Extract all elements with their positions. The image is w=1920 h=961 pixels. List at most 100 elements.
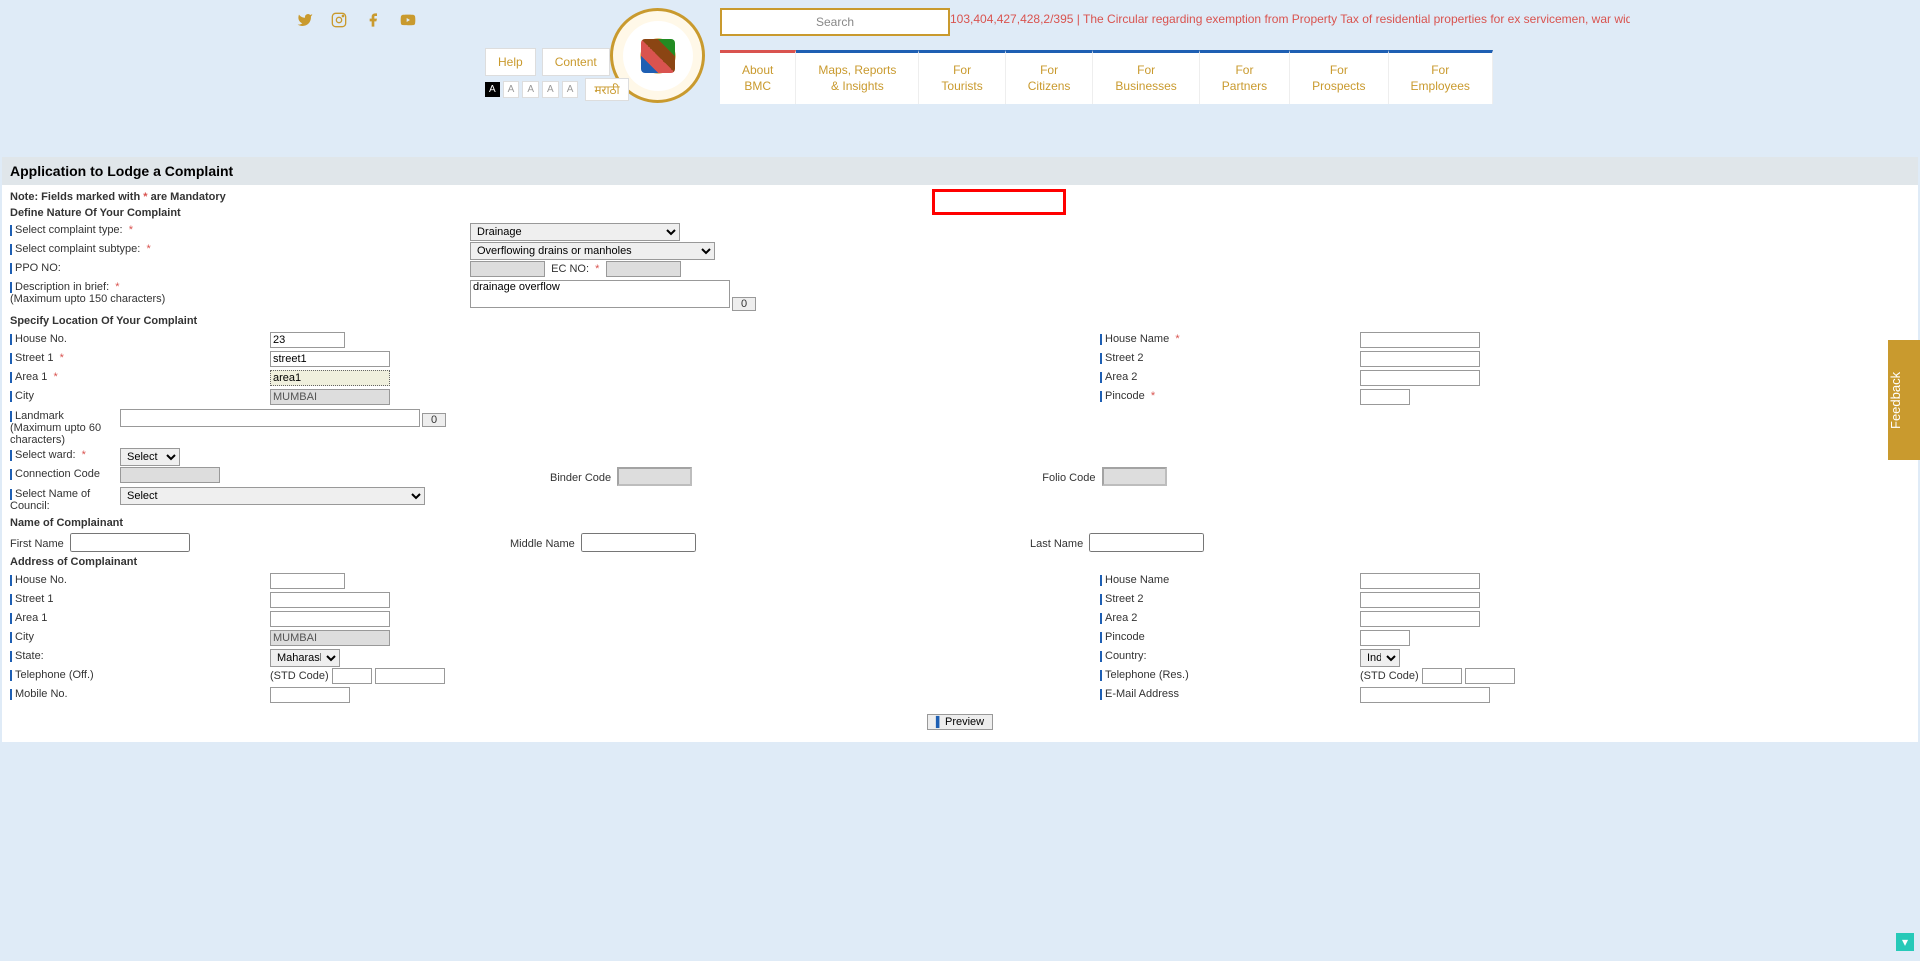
loc-area1-input[interactable]	[270, 370, 390, 386]
nav-tourists[interactable]: ForTourists	[919, 50, 1005, 104]
font-size-a4[interactable]: A	[542, 81, 559, 98]
addr-pincode-input[interactable]	[1360, 630, 1410, 646]
loc-city-label: City	[15, 390, 34, 402]
complaint-subtype-select[interactable]: Overflowing drains or manholes	[470, 242, 715, 260]
description-textarea[interactable]: drainage overflow	[470, 280, 730, 308]
firstname-input[interactable]	[70, 533, 190, 552]
font-size-a1[interactable]: A	[485, 82, 500, 97]
news-ticker[interactable]: 103,404,427,428,2/395 | The Circular reg…	[950, 12, 1630, 32]
middlename-input[interactable]	[581, 533, 696, 552]
addr-street1-input[interactable]	[270, 592, 390, 608]
addr-area1-input[interactable]	[270, 611, 390, 627]
nav-about[interactable]: AboutBMC	[720, 50, 796, 104]
addr-street2-label: Street 2	[1105, 593, 1144, 605]
loc-street2-label: Street 2	[1105, 352, 1144, 364]
bindercode-label: Binder Code	[550, 472, 611, 484]
instagram-icon[interactable]	[331, 12, 347, 33]
addr-street2-input[interactable]	[1360, 592, 1480, 608]
loc-pincode-input[interactable]	[1360, 389, 1410, 405]
content-link[interactable]: Content	[542, 48, 610, 76]
addr-city-input	[270, 630, 390, 646]
addr-teloff-std[interactable]	[332, 668, 372, 684]
help-link[interactable]: Help	[485, 48, 536, 76]
loc-street1-label: Street 1	[15, 352, 54, 364]
loc-pincode-label: Pincode	[1105, 390, 1145, 402]
section-complainant-name: Name of Complainant	[10, 517, 1910, 529]
page-title: Application to Lodge a Complaint	[2, 157, 1918, 185]
desc-counter: 0	[732, 297, 756, 311]
loc-houseno-label: House No.	[15, 333, 67, 345]
std-label-off: (STD Code)	[270, 670, 329, 682]
addr-houseno-label: House No.	[15, 574, 67, 586]
facebook-icon[interactable]	[365, 12, 381, 33]
loc-housename-label: House Name	[1105, 333, 1169, 345]
addr-telres-num[interactable]	[1465, 668, 1515, 684]
youtube-icon[interactable]	[399, 12, 417, 33]
council-select[interactable]: Select	[120, 487, 425, 505]
firstname-label: First Name	[10, 538, 64, 550]
loc-houseno-input[interactable]	[270, 332, 345, 348]
preview-button[interactable]: Preview	[927, 714, 993, 730]
addr-housename-input[interactable]	[1360, 573, 1480, 589]
language-toggle[interactable]: मराठी	[585, 78, 628, 101]
addr-email-label: E-Mail Address	[1105, 688, 1179, 700]
section-location: Specify Location Of Your Complaint	[10, 315, 1910, 327]
addr-email-input[interactable]	[1360, 687, 1490, 703]
addr-area2-input[interactable]	[1360, 611, 1480, 627]
loc-street1-input[interactable]	[270, 351, 390, 367]
font-size-a5[interactable]: A	[562, 81, 579, 98]
addr-street1-label: Street 1	[15, 593, 54, 605]
feedback-tab[interactable]: Feedback	[1888, 340, 1920, 460]
ec-input	[606, 261, 681, 277]
complaint-type-select[interactable]: Drainage	[470, 223, 680, 241]
loc-housename-input[interactable]	[1360, 332, 1480, 348]
highlight-box	[932, 189, 1066, 215]
landmark-input[interactable]	[120, 409, 420, 427]
landmark-label: Landmark	[15, 410, 64, 422]
addr-mobile-input[interactable]	[270, 687, 350, 703]
nav-maps[interactable]: Maps, Reports& Insights	[796, 50, 919, 104]
nav-employees[interactable]: ForEmployees	[1389, 50, 1493, 104]
addr-telres-std[interactable]	[1422, 668, 1462, 684]
scroll-down-icon[interactable]: ▾	[1896, 933, 1914, 951]
addr-state-label: State:	[15, 650, 44, 662]
nav-businesses[interactable]: ForBusinesses	[1093, 50, 1199, 104]
loc-city-input	[270, 389, 390, 405]
font-size-a2[interactable]: A	[503, 81, 520, 98]
ward-label: Select ward:	[15, 449, 76, 461]
addr-area1-label: Area 1	[15, 612, 47, 624]
desc-hint: (Maximum upto 150 characters)	[10, 293, 165, 305]
addr-houseno-input[interactable]	[270, 573, 345, 589]
addr-teloff-num[interactable]	[375, 668, 445, 684]
ward-select[interactable]: Select	[120, 448, 180, 466]
addr-country-select[interactable]: India	[1360, 649, 1400, 667]
loc-street2-input[interactable]	[1360, 351, 1480, 367]
twitter-icon[interactable]	[297, 12, 313, 33]
loc-area1-label: Area 1	[15, 371, 47, 383]
std-label-res: (STD Code)	[1360, 670, 1419, 682]
nav-prospects[interactable]: ForProspects	[1290, 50, 1388, 104]
desc-label: Description in brief:	[15, 281, 109, 293]
foliocode-label: Folio Code	[1042, 472, 1095, 484]
ppo-label: PPO NO:	[15, 262, 61, 274]
middlename-label: Middle Name	[510, 538, 575, 550]
landmark-hint: (Maximum upto 60 characters)	[10, 422, 101, 446]
conncode-input	[120, 467, 220, 483]
loc-area2-input[interactable]	[1360, 370, 1480, 386]
nav-citizens[interactable]: ForCitizens	[1006, 50, 1094, 104]
search-input[interactable]: Search	[720, 8, 950, 36]
section-complainant-address: Address of Complainant	[10, 556, 1910, 568]
council-label: Select Name of Council:	[10, 488, 90, 512]
addr-state-select[interactable]: Maharashtra	[270, 649, 340, 667]
addr-area2-label: Area 2	[1105, 612, 1137, 624]
font-options: A A A A A मराठी	[485, 78, 629, 101]
font-size-a3[interactable]: A	[522, 81, 539, 98]
lastname-input[interactable]	[1089, 533, 1204, 552]
lastname-label: Last Name	[1030, 538, 1083, 550]
addr-pincode-label: Pincode	[1105, 631, 1145, 643]
addr-housename-label: House Name	[1105, 574, 1169, 586]
nav-partners[interactable]: ForPartners	[1200, 50, 1290, 104]
bindercode-input	[617, 467, 692, 486]
ec-label: EC NO:	[551, 263, 589, 275]
ppo-input	[470, 261, 545, 277]
